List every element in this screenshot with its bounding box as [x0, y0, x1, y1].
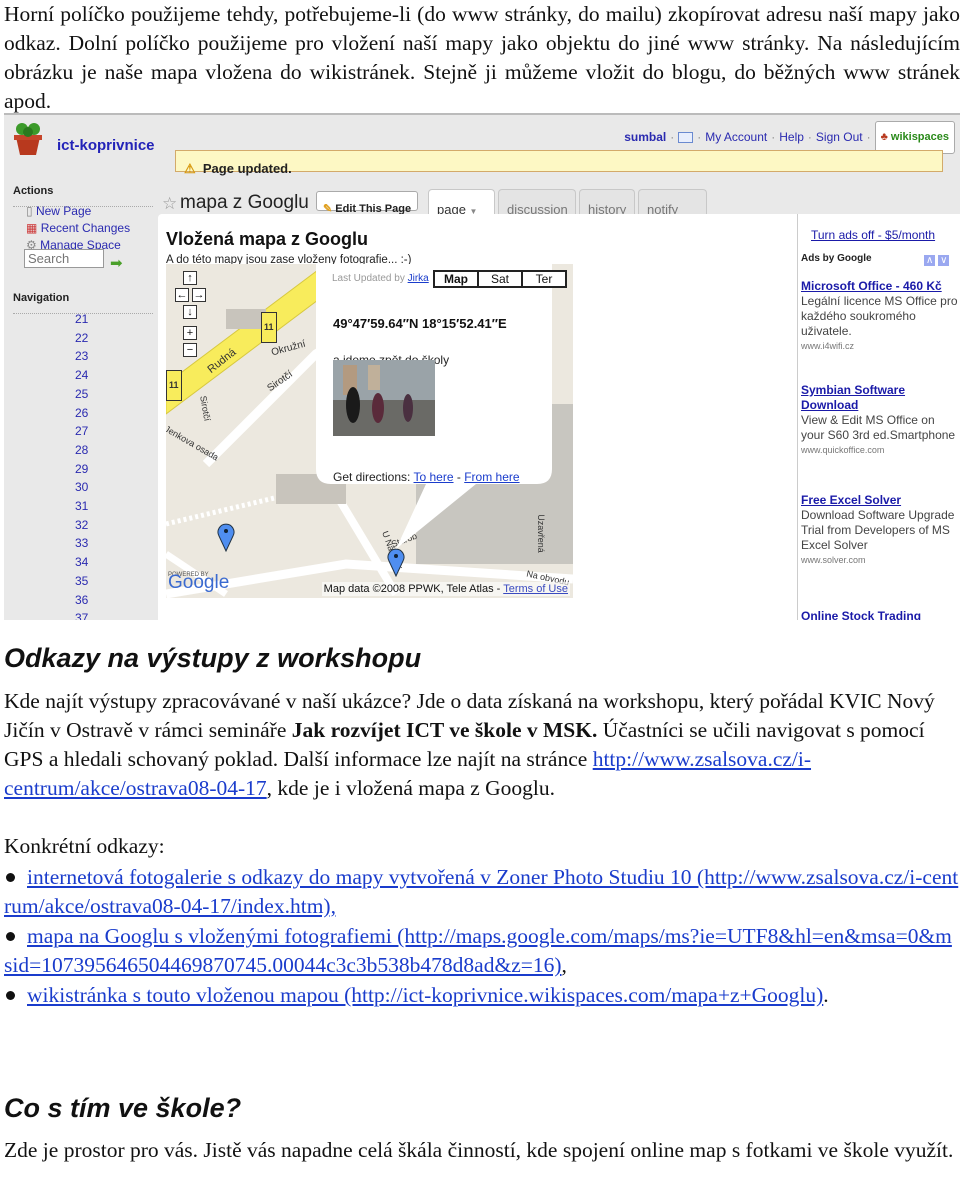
- zoom-out-icon[interactable]: −: [183, 343, 197, 357]
- bullet-icon: [6, 991, 15, 1001]
- map-footer: Map data ©2008 PPWK, Tele Atlas - Terms …: [321, 582, 570, 596]
- tab-page[interactable]: page ▼: [428, 189, 495, 217]
- my-account-link[interactable]: My Account: [705, 123, 767, 152]
- to-here-link[interactable]: To here: [414, 470, 454, 484]
- list-item: internetová fotogalerie s odkazy do mapy…: [4, 863, 960, 921]
- bullet-icon: [6, 873, 15, 883]
- zoom-in-icon[interactable]: +: [183, 326, 197, 340]
- pan-right-icon[interactable]: →: [192, 288, 206, 302]
- wiki-logo-icon: [14, 123, 42, 155]
- links-intro: Konkrétní odkazy:: [4, 834, 165, 858]
- prev-ad-icon[interactable]: ∧: [924, 255, 936, 266]
- street-label: Rudná: [205, 346, 239, 376]
- ad-url: www.quickoffice.com: [801, 445, 885, 455]
- ad-title[interactable]: Free Excel Solver: [801, 493, 901, 507]
- map-marker-icon[interactable]: [216, 522, 236, 552]
- google-map-link[interactable]: mapa na Googlu s vloženými fotografiemi …: [4, 924, 952, 977]
- brand-label: wikispaces: [890, 131, 949, 143]
- last-updated-user-link[interactable]: Jirka: [408, 273, 429, 284]
- section-heading-school: Co s tím ve škole?: [4, 1093, 242, 1123]
- page-title: mapa z Googlu: [180, 192, 309, 213]
- text: , kde je i vložená mapa z Googlu.: [266, 776, 556, 800]
- street-label: Jenkova osada: [166, 423, 221, 463]
- list-item: mapa na Googlu s vloženými fotografiemi …: [4, 922, 960, 980]
- ads-nav[interactable]: ∧ ∨: [924, 246, 950, 275]
- warning-icon: ⚠: [184, 161, 196, 176]
- page-updated-notice: ⚠ Page updated.: [175, 150, 943, 176]
- street-label: Sirotčí: [198, 394, 213, 422]
- directions: Get directions: To here - From here: [333, 463, 520, 492]
- wiki-screenshot: ict-koprivnice sumbal · · My Account · Hel…: [4, 113, 960, 620]
- ad-url: www.solver.com: [801, 555, 866, 565]
- tab-discussion[interactable]: discussion: [498, 189, 576, 217]
- ad-title[interactable]: Online Stock Trading: [801, 609, 921, 620]
- tab-history[interactable]: history: [579, 189, 635, 217]
- ads-divider: [797, 214, 798, 620]
- last-updated: Last Updated by Jirka: [332, 264, 429, 293]
- intro-paragraph: Horní políčko použijeme tehdy, potřebuje…: [4, 2, 960, 113]
- photo-gallery-link[interactable]: internetová fotogalerie s odkazy do mapy…: [4, 865, 958, 918]
- links-list: internetová fotogalerie s odkazy do mapy…: [4, 863, 960, 1010]
- ad-title[interactable]: Symbian Software Download: [801, 383, 905, 412]
- user-link[interactable]: sumbal: [624, 123, 666, 152]
- directions-label: Get directions:: [333, 470, 411, 484]
- sign-out-link[interactable]: Sign Out: [816, 123, 863, 152]
- ad-title[interactable]: Microsoft Office - 460 Kč: [801, 279, 942, 293]
- map-type-ter-button[interactable]: Ter: [521, 270, 567, 288]
- road-badge: 11: [166, 370, 182, 401]
- road-badge: 11: [261, 312, 277, 343]
- list-item: wikistránka s touto vloženou mapou (http…: [4, 981, 960, 1010]
- ad-item[interactable]: Microsoft Office - 460 Kč Legální licence…: [801, 279, 960, 354]
- edit-page-button[interactable]: ✎ Edit This Page: [316, 191, 419, 215]
- from-here-link[interactable]: From here: [464, 470, 519, 484]
- separator: -: [456, 470, 461, 484]
- ads-by-google: Ads by Google: [801, 253, 872, 264]
- pan-up-icon[interactable]: ↑: [183, 271, 197, 285]
- street-label: Sirotčí: [265, 368, 295, 395]
- ad-text: View & Edit MS Office on your S60 3rd ed…: [801, 413, 956, 442]
- pot-icon: ♣: [880, 131, 888, 143]
- map-data-text: Map data ©2008 PPWK, Tele Atlas -: [323, 583, 501, 595]
- map-type-sat-button[interactable]: Sat: [477, 270, 523, 288]
- mail-icon[interactable]: [678, 132, 694, 143]
- coordinates: 49°47′59.64″N 18°15′52.41″E: [333, 316, 507, 331]
- text: ,: [561, 953, 567, 977]
- seminar-name: Jak rozvíjet ICT ve škole v MSK.: [291, 718, 598, 742]
- pan-down-icon[interactable]: ↓: [183, 305, 197, 319]
- tab-notify-me[interactable]: notify me: [638, 189, 707, 246]
- photo-thumbnail[interactable]: [333, 360, 435, 436]
- ad-item[interactable]: Online Stock Trading: [801, 609, 960, 620]
- text: .: [823, 983, 829, 1007]
- ad-text: Legální licence MS Office pro každého so…: [801, 294, 958, 338]
- google-map[interactable]: Rudná Okružní Sirotčí Sirotčí Jenkova os…: [166, 264, 573, 598]
- bullet-icon: [6, 932, 15, 942]
- pan-left-icon[interactable]: ←: [175, 288, 189, 302]
- next-ad-icon[interactable]: ∨: [938, 255, 950, 266]
- site-name[interactable]: ict-koprivnice: [57, 131, 155, 160]
- ad-item[interactable]: Symbian Software Download View & Edit MS …: [801, 383, 960, 458]
- search-go-icon[interactable]: ➡: [110, 249, 123, 278]
- terms-link[interactable]: Terms of Use: [503, 583, 568, 595]
- help-link[interactable]: Help: [779, 123, 804, 152]
- google-logo: Google: [168, 572, 230, 593]
- notice-text: Page updated.: [202, 161, 292, 176]
- search-input[interactable]: [24, 249, 104, 268]
- section-heading-workshop: Odkazy na výstupy z workshopu: [4, 643, 422, 673]
- wiki-page-link[interactable]: wikistránka s touto vloženou mapou (http…: [27, 983, 823, 1007]
- map-type-map-button[interactable]: Map: [433, 270, 479, 288]
- school-paragraph: Zde je prostor pro vás. Jistě vás napadn…: [4, 1138, 954, 1162]
- ad-text: Download Software Upgrade Trial from Dev…: [801, 508, 955, 552]
- last-updated-label: Last Updated by: [332, 273, 405, 284]
- ad-url: www.i4wifi.cz: [801, 341, 855, 351]
- workshop-paragraph: Kde najít výstupy zpracovávané v naší uk…: [4, 687, 960, 803]
- ad-item[interactable]: Free Excel Solver Download Software Upgra…: [801, 493, 960, 568]
- nav-item[interactable]: 37: [75, 604, 88, 620]
